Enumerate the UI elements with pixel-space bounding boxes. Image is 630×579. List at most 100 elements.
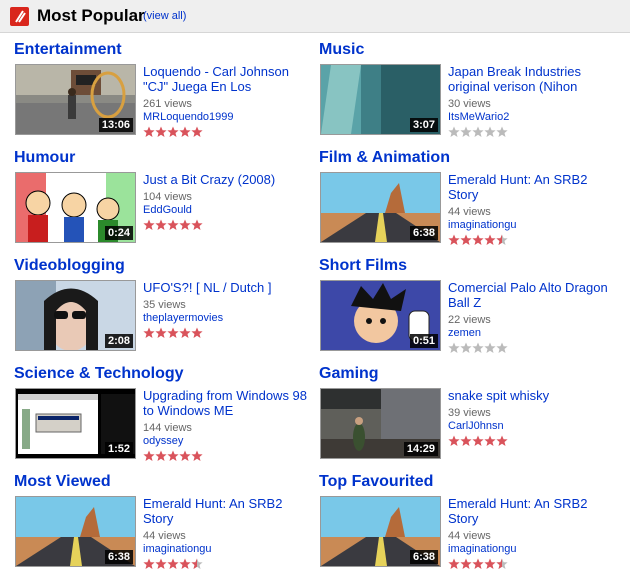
category-title[interactable]: Humour [14,149,75,167]
view-all-link[interactable]: (view all) [143,10,186,22]
category-title[interactable]: Top Favourited [319,473,433,491]
video-thumbnail[interactable]: 3:07 [320,64,441,135]
star-icon [167,326,179,338]
star-icon [143,326,155,338]
video-thumbnail[interactable]: 1:52 [15,388,136,459]
view-count: 35 views [143,299,186,311]
star-rating [448,557,508,569]
video-duration: 3:07 [409,118,438,132]
video-title-link[interactable]: Emerald Hunt: An SRB2 Story [448,496,616,526]
star-icon [167,125,179,137]
video-thumbnail[interactable]: 2:08 [15,280,136,351]
star-icon [448,233,460,245]
category-block: Film & Animation 6:38 Emerald Hunt: An SRB… [319,149,619,257]
star-icon [191,557,203,569]
uploader-link[interactable]: CarlJ0hnsn [448,420,504,433]
category-block: Science & Technology 1:52 Upgrading from W… [14,365,314,473]
star-icon [179,449,191,461]
star-icon [167,218,179,230]
video-title-link[interactable]: Emerald Hunt: An SRB2 Story [448,172,616,202]
video-title-link[interactable]: Upgrading from Windows 98 to Windows ME [143,388,311,418]
section-title: Most Popular [37,6,145,25]
category-title[interactable]: Entertainment [14,41,122,59]
uploader-link[interactable]: MRLoquendo1999 [143,111,234,124]
star-rating [448,341,508,353]
video-title-link[interactable]: Loquendo - Carl Johnson "CJ" Juega En Lo… [143,64,311,94]
star-rating [143,449,203,461]
star-icon [460,341,472,353]
star-icon [191,218,203,230]
category-block: Humour 0:24 Just a Bit Crazy (2008) 104 vie… [14,149,314,257]
view-count: 30 views [448,98,491,110]
view-count: 144 views [143,422,192,434]
video-duration: 14:29 [403,442,438,456]
category-title[interactable]: Gaming [319,365,379,383]
star-icon [460,557,472,569]
category-title[interactable]: Music [319,41,364,59]
star-icon [179,218,191,230]
star-rating [448,233,508,245]
star-rating [143,125,203,137]
star-icon [448,434,460,446]
star-icon [143,125,155,137]
video-thumbnail[interactable]: 6:38 [320,496,441,567]
video-thumbnail[interactable]: 6:38 [320,172,441,243]
star-icon [179,125,191,137]
video-title-link[interactable]: Japan Break Industries original verison … [448,64,616,94]
star-icon [484,434,496,446]
uploader-link[interactable]: odyssey [143,435,183,448]
star-icon [448,125,460,137]
star-icon [496,233,508,245]
video-title-link[interactable]: snake spit whisky [448,388,616,403]
category-title[interactable]: Videoblogging [14,257,125,275]
video-title-link[interactable]: Just a Bit Crazy (2008) [143,172,311,187]
uploader-link[interactable]: theplayermovies [143,312,223,325]
star-icon [472,233,484,245]
video-title-link[interactable]: UFO'S?! [ NL / Dutch ] [143,280,311,295]
uploader-link[interactable]: EddGould [143,204,192,217]
video-title-link[interactable]: Emerald Hunt: An SRB2 Story [143,496,311,526]
star-rating [143,326,203,338]
star-icon [496,125,508,137]
view-count: 44 views [143,530,186,542]
star-icon [484,233,496,245]
category-title[interactable]: Science & Technology [14,365,184,383]
star-icon [484,125,496,137]
star-icon [167,557,179,569]
star-icon [472,557,484,569]
category-block: Gaming 14:29 snake spit whisky 39 views Carl… [319,365,619,473]
category-block: Music 3:07 Japan Break Industries original… [319,41,619,149]
video-duration: 6:38 [409,550,438,564]
view-count: 44 views [448,206,491,218]
category-title[interactable]: Most Viewed [14,473,111,491]
uploader-link[interactable]: imaginationgu [448,543,517,556]
category-title[interactable]: Short Films [319,257,407,275]
video-thumbnail[interactable]: 6:38 [15,496,136,567]
video-thumbnail[interactable]: 0:51 [320,280,441,351]
video-thumbnail[interactable]: 0:24 [15,172,136,243]
uploader-link[interactable]: imaginationgu [143,543,212,556]
video-duration: 0:51 [409,334,438,348]
uploader-link[interactable]: imaginationgu [448,219,517,232]
star-icon [167,449,179,461]
uploader-link[interactable]: zemen [448,327,481,340]
star-icon [191,449,203,461]
most-popular-header: Most Popular (view all) [0,0,630,33]
star-icon [155,125,167,137]
uploader-link[interactable]: ItsMeWario2 [448,111,509,124]
video-title-link[interactable]: Comercial Palo Alto Dragon Ball Z [448,280,616,310]
video-thumbnail[interactable]: 14:29 [320,388,441,459]
star-rating [448,434,508,446]
video-duration: 6:38 [409,226,438,240]
star-icon [179,326,191,338]
video-thumbnail[interactable]: 13:06 [15,64,136,135]
category-title[interactable]: Film & Animation [319,149,450,167]
star-icon [484,557,496,569]
view-count: 22 views [448,314,491,326]
video-duration: 13:06 [98,118,133,132]
star-icon [496,557,508,569]
star-icon [143,557,155,569]
star-rating [448,125,508,137]
category-block: Entertainment 13:06 Loquendo - Carl Johnso… [14,41,314,149]
star-rating [143,218,203,230]
